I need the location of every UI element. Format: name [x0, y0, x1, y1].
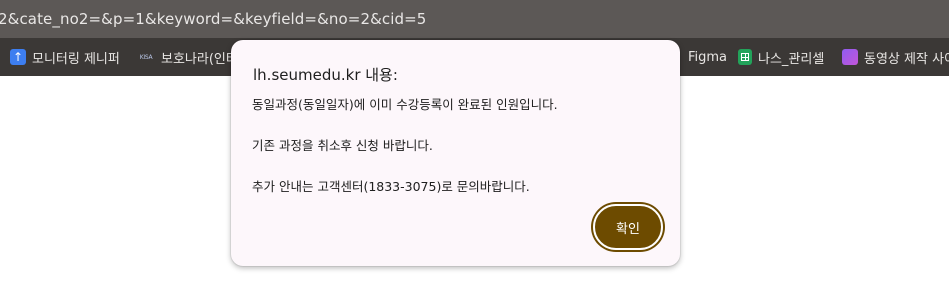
alert-dialog: lh.seumedu.kr 내용: 동일과정(동일일자)에 이미 수강등록이 완…	[231, 40, 680, 266]
dialog-message-line: 기존 과정을 취소후 신청 바랍니다.	[252, 138, 433, 153]
bookmark-nas-admin-sheet[interactable]: 나스_관리셀	[738, 38, 824, 76]
kisa-logo-icon: KISA	[139, 53, 153, 61]
dialog-message-line: 동일과정(동일일자)에 이미 수강등록이 완료된 인원입니다.	[252, 97, 558, 112]
upload-arrow-icon: ↑	[10, 49, 26, 65]
bookmark-label: 보호나라(인터	[161, 51, 238, 67]
address-bar[interactable]: 2&cate_no2=&p=1&keyword=&keyfield=&no=2&…	[0, 0, 949, 38]
dialog-title: lh.seumedu.kr 내용:	[253, 66, 398, 84]
url-text[interactable]: 2&cate_no2=&p=1&keyword=&keyfield=&no=2&…	[0, 10, 426, 28]
bookmark-label: 나스_관리셀	[758, 51, 825, 67]
bookmark-figma[interactable]: Figma	[688, 38, 727, 76]
bookmark-bohonara[interactable]: KISA 보호나라(인터	[137, 38, 238, 76]
video-folder-icon	[842, 49, 858, 65]
bookmark-monitoring-jennifer[interactable]: ↑ 모니터링 제니퍼	[10, 38, 120, 76]
bookmark-label: 동영상 제작 사이	[864, 51, 949, 67]
bookmark-video-production[interactable]: 동영상 제작 사이	[842, 38, 949, 76]
ok-button[interactable]: 확인	[593, 204, 663, 250]
spreadsheet-icon	[738, 49, 752, 65]
dialog-message-line: 추가 안내는 고객센터(1833-3075)로 문의바랍니다.	[252, 179, 530, 194]
bookmark-label: Figma	[688, 49, 728, 65]
bookmark-label: 모니터링 제니퍼	[32, 51, 120, 67]
